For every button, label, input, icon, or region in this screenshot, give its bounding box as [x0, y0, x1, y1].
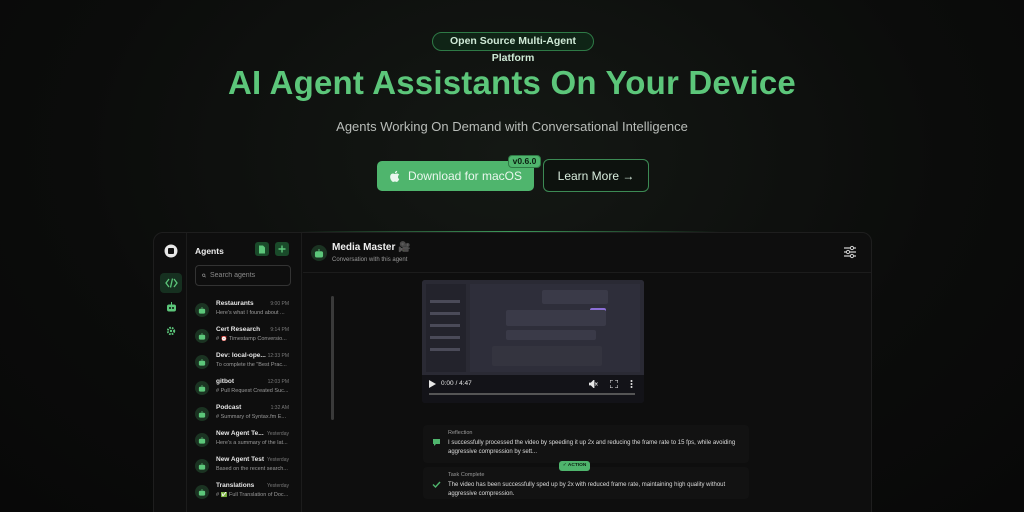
- list-item[interactable]: New Agent Te... Yesterday Here's a summary…: [187, 426, 297, 452]
- sidebar-title: Agents: [195, 246, 224, 256]
- robot-icon: [198, 462, 206, 470]
- icon-rail: [154, 233, 187, 512]
- agent-time: 1:32 AM: [270, 405, 289, 411]
- agent-avatar: [195, 459, 209, 473]
- agent-name: Dev: local-ope...: [216, 352, 266, 359]
- file-icon: [259, 245, 265, 253]
- list-item[interactable]: Cert Research 9:14 PM # ⏰ Timestamp Conver…: [187, 322, 297, 348]
- app-logo-icon[interactable]: [160, 241, 182, 261]
- learn-more-label: Learn More →: [557, 168, 635, 183]
- learn-more-button[interactable]: Learn More →: [543, 159, 649, 192]
- robot-icon[interactable]: [160, 297, 182, 317]
- video-frame: [422, 280, 644, 375]
- list-item[interactable]: New Agent Test Yesterday Based on the rece…: [187, 452, 297, 478]
- agent-avatar: [195, 381, 209, 395]
- robot-icon: [198, 384, 206, 392]
- page-title: AI Agent Assistants On Your Device: [228, 64, 796, 101]
- agent-name: Restaurants: [216, 300, 254, 307]
- robot-icon: [198, 306, 206, 314]
- search-input[interactable]: [210, 272, 290, 279]
- agent-time: Yesterday: [266, 457, 289, 463]
- agent-preview: Here's what I found about ...: [216, 310, 285, 316]
- message-text: I successfully processed the video by sp…: [448, 440, 736, 455]
- action-badge: ✓ ACTION: [559, 461, 590, 471]
- list-item[interactable]: Translations Yesterday # ✅ Full Translatio…: [187, 478, 297, 504]
- import-agent-button[interactable]: [255, 242, 269, 256]
- gear-icon[interactable]: [160, 321, 182, 341]
- video-progress-bar[interactable]: [429, 393, 635, 395]
- agent-avatar: [195, 485, 209, 499]
- message-label: Task Complete: [448, 472, 485, 478]
- video-controls: 0:00 / 4:47: [422, 375, 644, 403]
- agent-preview: # ⏰ Timestamp Conversio...: [216, 336, 287, 342]
- agents-sidebar: Agents Restaurants 9:00 PM Here's what I f…: [187, 233, 334, 512]
- agent-name: Translations: [216, 482, 255, 489]
- sliders-icon[interactable]: [843, 245, 857, 259]
- agent-avatar: [195, 407, 209, 421]
- code-icon[interactable]: [160, 273, 182, 293]
- app-window: Agents Restaurants 9:00 PM Here's what I f…: [153, 232, 872, 512]
- agent-preview: To complete the "Best Prac...: [216, 362, 287, 368]
- agent-avatar: [195, 433, 209, 447]
- search-box[interactable]: [195, 265, 291, 286]
- agent-time: Yesterday: [266, 431, 289, 437]
- agent-name: gitbot: [216, 378, 235, 385]
- chat-bubble-icon: [433, 439, 440, 446]
- more-options-icon[interactable]: [630, 380, 633, 388]
- version-badge: v0.6.0: [508, 155, 541, 168]
- agent-avatar: [195, 303, 209, 317]
- chat-header: Media Master 🎥 Conversation with this ag…: [303, 233, 871, 273]
- search-icon: [202, 273, 206, 278]
- page-subtitle: Agents Working On Demand with Conversati…: [336, 119, 688, 134]
- agent-name: New Agent Te...: [216, 430, 264, 437]
- agent-time: Yesterday: [266, 483, 289, 489]
- video-player[interactable]: 0:00 / 4:47: [422, 280, 644, 403]
- robot-icon: [198, 410, 206, 418]
- agent-preview: # Summary of Syntax.fm E...: [216, 414, 286, 420]
- agent-preview: # Pull Request Created Suc...: [216, 388, 289, 394]
- agent-preview: # ✅ Full Translation of Doc...: [216, 492, 289, 498]
- volume-mute-icon[interactable]: [589, 380, 598, 388]
- agent-preview: Based on the recent search...: [216, 466, 288, 472]
- robot-icon: [198, 488, 206, 496]
- agent-name: Cert Research: [216, 326, 261, 333]
- play-icon[interactable]: [429, 380, 436, 388]
- check-icon: [432, 481, 441, 489]
- robot-icon: [198, 436, 206, 444]
- message-label: Reflection: [448, 430, 473, 436]
- agent-time: 12:33 PM: [267, 353, 289, 359]
- platform-badge: Open Source Multi-Agent Platform: [432, 32, 594, 64]
- video-time: 0:00 / 4:47: [441, 380, 472, 387]
- agent-avatar: [311, 245, 327, 261]
- fullscreen-icon[interactable]: [610, 380, 618, 388]
- agent-time: 12:03 PM: [267, 379, 289, 385]
- download-label: Download for macOS: [407, 169, 523, 183]
- task-complete-message: Task Complete The video has been success…: [423, 467, 749, 499]
- agent-list: Restaurants 9:00 PM Here's what I found ab…: [187, 296, 297, 504]
- list-item[interactable]: Restaurants 9:00 PM Here's what I found ab…: [187, 296, 297, 322]
- reflection-message: Reflection I successfully processed the …: [423, 425, 749, 463]
- video-preview-image: [422, 280, 644, 375]
- agent-subtitle: Conversation with this agent: [332, 257, 408, 263]
- apple-icon: [390, 170, 400, 182]
- agent-name: New Agent Test: [216, 456, 265, 463]
- add-agent-button[interactable]: [275, 242, 289, 256]
- robot-icon: [198, 358, 206, 366]
- robot-icon: [314, 248, 324, 258]
- list-item[interactable]: Podcast 1:32 AM # Summary of Syntax.fm E..…: [187, 400, 297, 426]
- agent-avatar: [195, 329, 209, 343]
- message-text: The video has been successfully sped up …: [448, 482, 726, 497]
- agent-preview: Here's a summary of the lat...: [216, 440, 288, 446]
- agent-name: Podcast: [216, 404, 242, 411]
- list-item[interactable]: Dev: local-ope... 12:33 PM To complete the…: [187, 348, 297, 374]
- robot-icon: [198, 332, 206, 340]
- agent-time: 9:00 PM: [270, 301, 289, 307]
- plus-icon: [278, 245, 286, 253]
- agent-avatar: [195, 355, 209, 369]
- list-item[interactable]: gitbot 12:03 PM # Pull Request Created Suc…: [187, 374, 297, 400]
- agent-name-heading: Media Master 🎥: [332, 242, 411, 253]
- agent-time: 9:14 PM: [270, 327, 289, 333]
